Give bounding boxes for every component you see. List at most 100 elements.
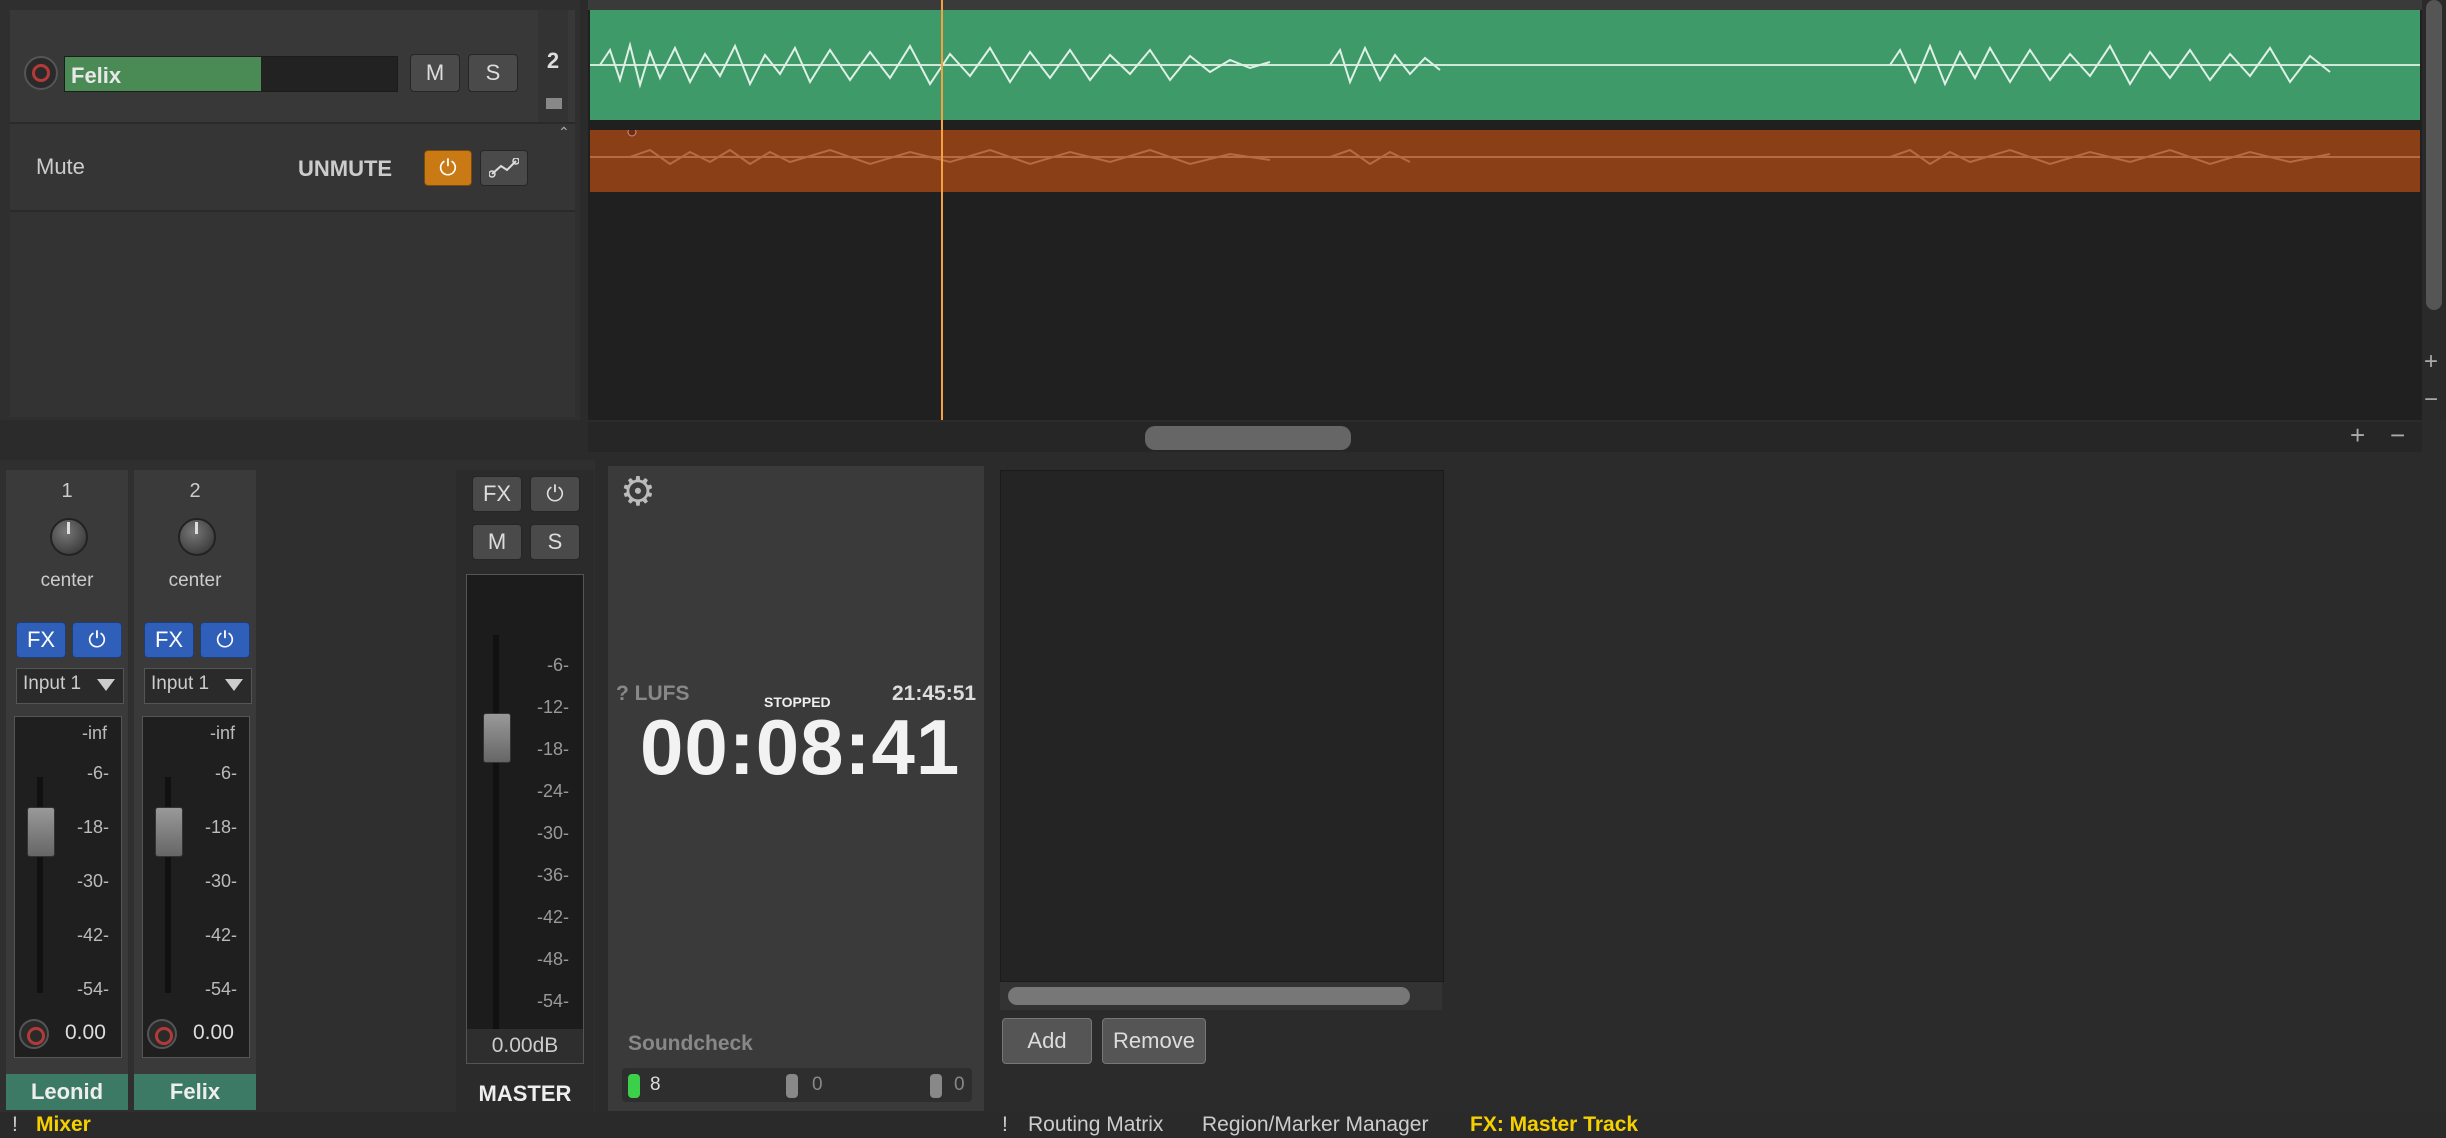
master-name[interactable]: MASTER	[456, 1076, 594, 1112]
scale-tick: -54-	[536, 991, 569, 1011]
envelope-name: Mute	[36, 154, 85, 179]
zoom-in-vertical-icon[interactable]: +	[2424, 348, 2438, 376]
waveform-orange	[590, 130, 2420, 166]
track-header-felix[interactable]: Felix M S 2	[10, 10, 575, 124]
docker-menu-button[interactable]: !	[1002, 1112, 1008, 1138]
master-fx-button[interactable]: FX	[472, 476, 522, 512]
pan-knob[interactable]	[50, 518, 88, 556]
record-arm-button[interactable]	[24, 56, 58, 90]
volume-fader[interactable]	[155, 807, 183, 857]
volume-readout: 0.00	[65, 1021, 106, 1044]
strip-number: 2	[189, 480, 201, 502]
scale-tick: -54-	[76, 979, 109, 999]
folder-icon[interactable]	[546, 98, 562, 109]
master-volume-readout: 0.00dB	[467, 1029, 583, 1063]
tab-fx-master-track[interactable]: FX: Master Track	[1470, 1112, 1638, 1138]
soundcheck-value: 0	[812, 1074, 823, 1095]
tab-region-marker-manager[interactable]: Region/Marker Manager	[1202, 1112, 1428, 1138]
zoom-out-vertical-icon[interactable]: −	[2424, 386, 2438, 414]
master-meter-area: -6- -12- -18- -24- -30- -36- -42- -48- -…	[466, 574, 584, 1064]
soundcheck-value: 0	[954, 1074, 965, 1095]
pan-value: center	[168, 570, 222, 591]
master-mute-button[interactable]: M	[472, 524, 522, 560]
scale-tick: -18-	[204, 817, 237, 837]
waveform-green	[590, 41, 2420, 89]
gear-icon[interactable]: ⚙	[620, 472, 656, 512]
envelope-lane-mute[interactable]: Mute UNMUTE ⏻ ⌃	[10, 124, 575, 212]
track-name-field[interactable]: Felix	[64, 56, 398, 92]
soundcheck-marker	[786, 1074, 798, 1098]
tab-routing-matrix[interactable]: Routing Matrix	[1028, 1112, 1163, 1138]
master-volume-fader[interactable]	[483, 713, 511, 763]
strip-number: 1	[61, 480, 73, 502]
master-solo-button[interactable]: S	[530, 524, 580, 560]
pan-value: center	[40, 570, 94, 591]
scale-tick: -48-	[536, 949, 569, 969]
scale-tick: -54-	[204, 979, 237, 999]
pan-knob[interactable]	[178, 518, 216, 556]
envelope-value: UNMUTE	[298, 156, 393, 181]
soundcheck-led	[628, 1074, 640, 1098]
strip-name[interactable]: Felix	[134, 1074, 256, 1110]
track-control-panel: Felix M S 2 Mute UNMUTE ⏻ ⌃	[0, 0, 580, 420]
master-strip: FX ⏻ M S -6- -12- -18- -24- -30- -36- -4…	[456, 470, 594, 1115]
scale-tick: -24-	[536, 781, 569, 801]
fx-bypass-power-icon[interactable]: ⏻	[72, 622, 122, 658]
strip-name[interactable]: Leonid	[6, 1074, 128, 1110]
volume-fader[interactable]	[27, 807, 55, 857]
tab-mixer[interactable]: Mixer	[36, 1112, 91, 1138]
scale-tick: -18-	[76, 817, 109, 837]
input-select-value: Input 1	[151, 673, 210, 694]
mixer-strip-felix: 2 center FX ⏻ Input 1 -inf -6- -18- -30-…	[134, 470, 256, 1110]
fx-list-scroll-thumb[interactable]	[1008, 987, 1410, 1005]
master-fader-track	[493, 635, 499, 1035]
scale-tick: -12-	[536, 697, 569, 717]
record-arm-button[interactable]	[19, 1019, 49, 1049]
fx-button[interactable]: FX	[144, 622, 194, 658]
horizontal-scroll-thumb[interactable]	[1145, 426, 1351, 450]
fx-button[interactable]: FX	[16, 622, 66, 658]
horizontal-scrollbar[interactable]	[588, 422, 2422, 452]
time-display[interactable]: 00:08:41	[640, 702, 960, 793]
docker-menu-button[interactable]: !	[12, 1112, 18, 1138]
fx-chain-list[interactable]	[1000, 470, 1444, 982]
input-select[interactable]: Input 1	[16, 668, 124, 704]
scale-tick: -30-	[536, 823, 569, 843]
peak-readout: -inf	[81, 723, 107, 743]
soundcheck-marker	[930, 1074, 942, 1098]
timeline-strip	[588, 0, 2422, 10]
zoom-in-horizontal-icon[interactable]: +	[2350, 420, 2365, 451]
zoom-out-horizontal-icon[interactable]: −	[2390, 420, 2405, 451]
add-fx-button[interactable]: Add	[1002, 1018, 1092, 1064]
solo-button[interactable]: S	[468, 54, 518, 92]
input-select[interactable]: Input 1	[144, 668, 252, 704]
soundcheck-bar: 8 0 0	[622, 1068, 972, 1102]
vertical-scroll-thumb[interactable]	[2426, 0, 2442, 310]
lane-arrow-icon: ⌃	[558, 124, 570, 140]
media-item-envelope[interactable]	[590, 130, 2420, 192]
scale-tick: -30-	[76, 871, 109, 891]
input-select-value: Input 1	[23, 673, 82, 694]
media-item-felix[interactable]	[590, 10, 2420, 120]
scale-tick: -6-	[215, 763, 237, 783]
scale-tick: -6-	[547, 655, 569, 675]
scale-tick: -30-	[204, 871, 237, 891]
mixer-strip-leonid: 1 center FX ⏻ Input 1 -inf -6- -18- -30-…	[6, 470, 128, 1110]
envelope-active-power-icon[interactable]: ⏻	[424, 150, 472, 186]
scale-tick: -42-	[76, 925, 109, 945]
tcp-empty-area[interactable]	[10, 212, 575, 417]
fx-bypass-power-icon[interactable]: ⏻	[200, 622, 250, 658]
meter-area: -inf -6- -18- -30- -42- -54- 0.00	[14, 716, 122, 1058]
soundcheck-label: Soundcheck	[628, 1032, 753, 1055]
scale-tick: -36-	[536, 865, 569, 885]
scale-tick: -18-	[536, 739, 569, 759]
playhead-cursor[interactable]	[941, 0, 943, 420]
transport-panel: ⚙ ? LUFS STOPPED 21:45:51 00:08:41 Sound…	[608, 466, 984, 1111]
master-fx-power-icon[interactable]: ⏻	[530, 476, 580, 512]
volume-readout: 0.00	[193, 1021, 234, 1044]
mute-button[interactable]: M	[410, 54, 460, 92]
record-arm-button[interactable]	[147, 1019, 177, 1049]
track-name: Felix	[71, 63, 122, 88]
remove-fx-button[interactable]: Remove	[1102, 1018, 1206, 1064]
envelope-points-icon[interactable]	[480, 150, 528, 186]
